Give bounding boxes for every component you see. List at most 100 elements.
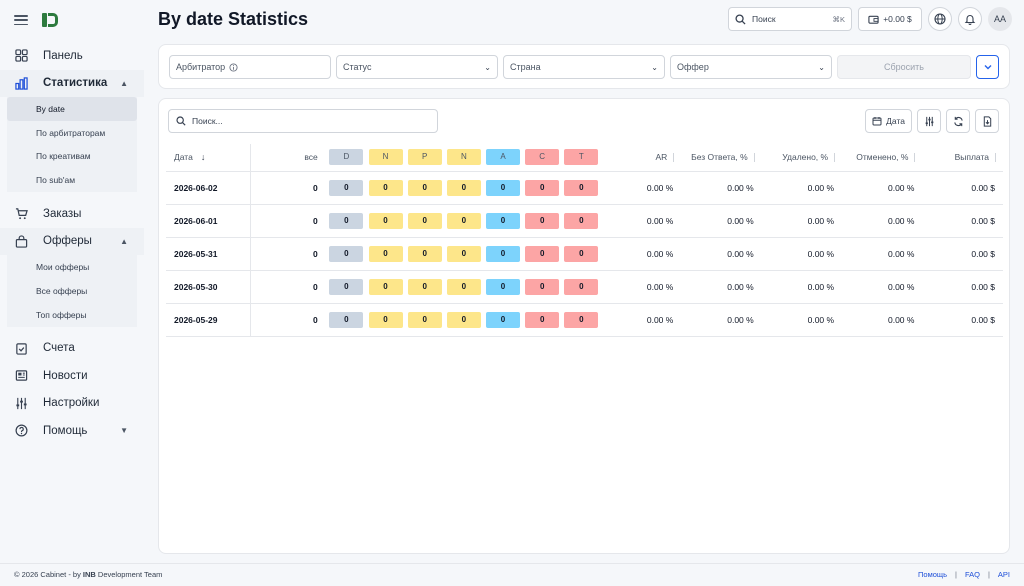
language-button[interactable] [928, 7, 952, 31]
table-search-input[interactable]: Поиск... [168, 109, 438, 133]
status-count[interactable]: 0 [525, 311, 560, 328]
status-count[interactable]: 0 [564, 179, 599, 196]
sidebar-item-orders[interactable]: Заказы [0, 200, 144, 228]
expand-filters-button[interactable] [976, 55, 999, 79]
refresh-button[interactable] [946, 109, 970, 133]
column-header-label: Дата [174, 152, 193, 163]
table-row[interactable]: 2026-06-01 0 0 0 0 0 0 0 0 0.00 % 0.00 % 0.00 % 0.00… [166, 204, 1003, 238]
status-count[interactable]: 0 [564, 311, 599, 328]
avatar[interactable]: AA [988, 7, 1012, 31]
column-header-date[interactable]: Дата ↓ [166, 144, 251, 172]
menu-icon[interactable] [14, 15, 28, 25]
status-count[interactable]: 0 [368, 179, 403, 196]
status-count[interactable]: 0 [486, 179, 521, 196]
balance-value: +0.00 $ [883, 14, 912, 24]
footer-link-api[interactable]: API [998, 570, 1010, 579]
table-row[interactable]: 2026-05-29 0 0 0 0 0 0 0 0 0.00 % 0.00 % 0.00 % 0.00… [166, 303, 1003, 337]
footer-link-help[interactable]: Помощь [918, 570, 947, 579]
status-count[interactable]: 0 [407, 311, 442, 328]
cell-date: 2026-06-02 [166, 171, 251, 205]
status-count[interactable]: 0 [564, 245, 599, 262]
status-count[interactable]: 0 [446, 212, 481, 229]
sliders-icon [925, 116, 933, 126]
status-count[interactable]: 0 [368, 245, 403, 262]
cell-all: 0 [250, 171, 327, 205]
chevron-down-icon: ⌄ [651, 62, 658, 72]
status-count[interactable]: 0 [525, 212, 560, 229]
status-count[interactable]: 0 [368, 212, 403, 229]
status-count[interactable]: 0 [446, 245, 481, 262]
status-count[interactable]: 0 [486, 212, 521, 229]
sidebar-item-news[interactable]: Новости [0, 362, 144, 390]
country-select[interactable]: Страна ⌄ [503, 55, 665, 79]
sidebar-item-invoices[interactable]: Счета [0, 335, 144, 363]
offer-select[interactable]: Оффер ⌄ [670, 55, 832, 79]
sidebar-item-help[interactable]: Помощь ▼ [0, 417, 144, 445]
status-header-c: C [525, 149, 560, 166]
balance-button[interactable]: +0.00 $ [858, 7, 922, 31]
status-count[interactable]: 0 [446, 311, 481, 328]
status-count[interactable]: 0 [329, 245, 364, 262]
footer-links: Помощь | FAQ | API [918, 570, 1010, 579]
status-select[interactable]: Статус ⌄ [336, 55, 498, 79]
submenu-item-by-date[interactable]: By date [7, 97, 137, 121]
submenu-item-by-subs[interactable]: По sub'ам [0, 168, 137, 192]
table-row[interactable]: 2026-06-02 0 0 0 0 0 0 0 0 0.00 % 0.00 % 0.00 % 0.00… [166, 171, 1003, 205]
global-search-button[interactable]: Поиск ⌘K [728, 7, 852, 31]
status-count[interactable]: 0 [525, 278, 560, 295]
sidebar-item-statistics[interactable]: Статистика ▲ [0, 69, 144, 97]
status-count[interactable]: 0 [486, 311, 521, 328]
table-row[interactable]: 2026-05-30 0 0 0 0 0 0 0 0 0.00 % 0.00 % 0.00 % 0.00… [166, 270, 1003, 304]
status-count[interactable]: 0 [329, 212, 364, 229]
column-header-no-answer[interactable]: Без Ответа, % [681, 144, 762, 172]
statistics-table: Дата ↓ все D N P N A C T AR Без Ответа, %… [166, 144, 1003, 337]
cell-cancelled: 0.00 % [842, 204, 923, 238]
status-count[interactable]: 0 [446, 278, 481, 295]
brand-logo[interactable] [42, 12, 60, 28]
status-count[interactable]: 0 [486, 278, 521, 295]
status-count[interactable]: 0 [446, 179, 481, 196]
status-count[interactable]: 0 [329, 179, 364, 196]
footer-link-faq[interactable]: FAQ [965, 570, 980, 579]
copyright-suffix: Development Team [95, 570, 163, 579]
notifications-button[interactable] [958, 7, 982, 31]
arbitrator-filter[interactable]: Арбитратор [169, 55, 331, 79]
sidebar-item-offers[interactable]: Офферы ▲ [0, 227, 144, 256]
date-picker-button[interactable]: Дата [865, 109, 912, 133]
submenu-item-by-arbitrators[interactable]: По арбитраторам [0, 121, 137, 145]
status-count[interactable]: 0 [525, 179, 560, 196]
status-count[interactable]: 0 [407, 245, 442, 262]
cell-date: 2026-05-31 [166, 237, 251, 271]
sidebar-item-settings[interactable]: Настройки [0, 390, 144, 418]
status-count[interactable]: 0 [525, 245, 560, 262]
status-count[interactable]: 0 [368, 278, 403, 295]
status-count[interactable]: 0 [407, 179, 442, 196]
status-header-n2: N [446, 149, 481, 166]
submenu-item-my-offers[interactable]: Мои офферы [0, 255, 137, 279]
table-row[interactable]: 2026-05-31 0 0 0 0 0 0 0 0 0.00 % 0.00 % 0.00 % 0.00… [166, 237, 1003, 271]
reset-button[interactable]: Сбросить [837, 55, 971, 79]
cell-payout: 0.00 $ [922, 237, 1003, 271]
status-count[interactable]: 0 [329, 278, 364, 295]
column-header-cancelled[interactable]: Отменено, % [842, 144, 923, 172]
status-count[interactable]: 0 [486, 245, 521, 262]
column-header-payout[interactable]: Выплата [922, 144, 1003, 172]
column-header-ar[interactable]: AR [600, 144, 682, 172]
status-count[interactable]: 0 [368, 311, 403, 328]
status-count[interactable]: 0 [407, 212, 442, 229]
column-header-deleted[interactable]: Удалено, % [761, 144, 843, 172]
status-count[interactable]: 0 [407, 278, 442, 295]
export-button[interactable] [975, 109, 999, 133]
submenu-item-top-offers[interactable]: Топ офферы [0, 303, 137, 327]
submenu-item-by-creatives[interactable]: По креативам [0, 145, 137, 169]
bag-icon [14, 234, 28, 248]
sidebar-item-label: Статистика [43, 77, 108, 90]
arbitrator-label: Арбитратор [176, 62, 226, 72]
status-count[interactable]: 0 [329, 311, 364, 328]
status-count[interactable]: 0 [564, 278, 599, 295]
status-label: Статус [343, 62, 372, 72]
sidebar-item-panel[interactable]: Панель [0, 42, 144, 70]
submenu-item-all-offers[interactable]: Все офферы [0, 279, 137, 303]
column-settings-button[interactable] [917, 109, 941, 133]
status-count[interactable]: 0 [564, 212, 599, 229]
